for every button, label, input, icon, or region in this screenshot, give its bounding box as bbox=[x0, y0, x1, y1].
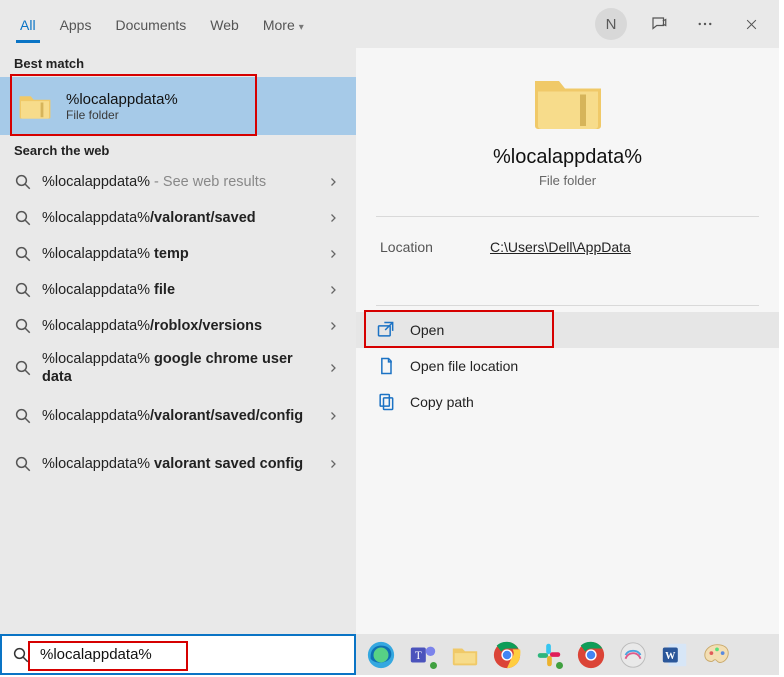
search-tabs: All Apps Documents Web More▾ N bbox=[0, 0, 779, 48]
chevron-down-icon: ▾ bbox=[299, 22, 304, 33]
web-result-item[interactable]: %localappdata% file bbox=[0, 272, 356, 308]
chevron-right-icon[interactable] bbox=[322, 176, 344, 188]
web-result-item[interactable]: %localappdata%/valorant/saved bbox=[0, 200, 356, 236]
chevron-right-icon[interactable] bbox=[322, 410, 344, 422]
preview-subtitle: File folder bbox=[539, 173, 596, 188]
action-open-location[interactable]: Open file location bbox=[356, 348, 779, 384]
web-result-label: %localappdata% - See web results bbox=[42, 173, 322, 191]
best-match-header: Best match bbox=[0, 48, 356, 77]
best-match-item[interactable]: %localappdata% File folder bbox=[0, 77, 356, 135]
location-label: Location bbox=[380, 239, 490, 255]
tab-apps[interactable]: Apps bbox=[48, 5, 104, 43]
feedback-icon[interactable] bbox=[645, 10, 673, 38]
copy-icon bbox=[376, 392, 396, 412]
action-label: Open file location bbox=[410, 358, 518, 374]
web-result-item[interactable]: %localappdata%/valorant/saved/config bbox=[0, 392, 356, 440]
file-location-icon bbox=[376, 356, 396, 376]
web-result-label: %localappdata%/valorant/saved bbox=[42, 209, 322, 227]
web-result-label: %localappdata% file bbox=[42, 281, 322, 299]
action-label: Open bbox=[410, 322, 444, 338]
location-link[interactable]: C:\Users\Dell\AppData bbox=[490, 239, 631, 255]
taskbar: T W bbox=[356, 634, 779, 675]
search-icon bbox=[14, 317, 32, 335]
tab-all[interactable]: All bbox=[8, 5, 48, 43]
taskbar-teams-icon[interactable]: T bbox=[408, 640, 438, 670]
folder-icon bbox=[532, 72, 604, 132]
search-icon bbox=[14, 407, 32, 425]
action-copy-path[interactable]: Copy path bbox=[356, 384, 779, 420]
tab-more[interactable]: More▾ bbox=[251, 5, 316, 43]
web-result-item[interactable]: %localappdata% - See web results bbox=[0, 164, 356, 200]
action-label: Copy path bbox=[410, 394, 474, 410]
open-icon bbox=[376, 320, 396, 340]
search-icon bbox=[14, 173, 32, 191]
tab-documents[interactable]: Documents bbox=[103, 5, 198, 43]
chevron-right-icon[interactable] bbox=[322, 284, 344, 296]
search-web-header: Search the web bbox=[0, 135, 356, 164]
web-result-item[interactable]: %localappdata%/roblox/versions bbox=[0, 308, 356, 344]
web-result-label: %localappdata% google chrome user data bbox=[42, 350, 322, 386]
best-match-subtitle: File folder bbox=[66, 108, 178, 122]
results-pane: Best match %localappdata% File folder Se… bbox=[0, 48, 356, 634]
chevron-right-icon[interactable] bbox=[322, 320, 344, 332]
svg-text:T: T bbox=[415, 649, 422, 661]
folder-icon bbox=[18, 92, 52, 120]
taskbar-edge-icon[interactable] bbox=[366, 640, 396, 670]
taskbar-explorer-icon[interactable] bbox=[450, 640, 480, 670]
search-icon bbox=[14, 281, 32, 299]
search-bar[interactable] bbox=[0, 634, 356, 675]
tab-web[interactable]: Web bbox=[198, 5, 251, 43]
web-result-label: %localappdata%/roblox/versions bbox=[42, 317, 322, 335]
web-result-label: %localappdata% temp bbox=[42, 245, 322, 263]
best-match-title: %localappdata% bbox=[66, 91, 178, 108]
taskbar-slack-icon[interactable] bbox=[534, 640, 564, 670]
taskbar-chrome-icon[interactable] bbox=[492, 640, 522, 670]
search-icon bbox=[14, 245, 32, 263]
search-icon bbox=[12, 646, 30, 664]
web-results-list: %localappdata% - See web results %localap… bbox=[0, 164, 356, 488]
search-icon bbox=[14, 209, 32, 227]
web-result-item[interactable]: %localappdata% valorant saved config bbox=[0, 440, 356, 488]
divider bbox=[376, 305, 759, 306]
search-input[interactable] bbox=[40, 646, 344, 663]
chevron-right-icon[interactable] bbox=[322, 458, 344, 470]
chevron-right-icon[interactable] bbox=[322, 212, 344, 224]
action-open[interactable]: Open bbox=[356, 312, 779, 348]
taskbar-chrome-canary-icon[interactable] bbox=[576, 640, 606, 670]
more-options-icon[interactable] bbox=[691, 10, 719, 38]
chevron-right-icon[interactable] bbox=[322, 362, 344, 374]
web-result-item[interactable]: %localappdata% temp bbox=[0, 236, 356, 272]
chevron-right-icon[interactable] bbox=[322, 248, 344, 260]
preview-title: %localappdata% bbox=[493, 146, 642, 169]
search-icon bbox=[14, 359, 32, 377]
taskbar-app-icon[interactable] bbox=[618, 640, 648, 670]
web-result-label: %localappdata%/valorant/saved/config bbox=[42, 407, 322, 425]
web-result-label: %localappdata% valorant saved config bbox=[42, 455, 322, 473]
preview-pane: %localappdata% File folder Location C:\U… bbox=[356, 48, 779, 634]
taskbar-paint-icon[interactable] bbox=[702, 640, 732, 670]
user-avatar[interactable]: N bbox=[595, 8, 627, 40]
svg-text:W: W bbox=[665, 650, 676, 661]
web-result-item[interactable]: %localappdata% google chrome user data bbox=[0, 344, 356, 392]
taskbar-word-icon[interactable]: W bbox=[660, 640, 690, 670]
close-button[interactable] bbox=[737, 10, 765, 38]
search-icon bbox=[14, 455, 32, 473]
